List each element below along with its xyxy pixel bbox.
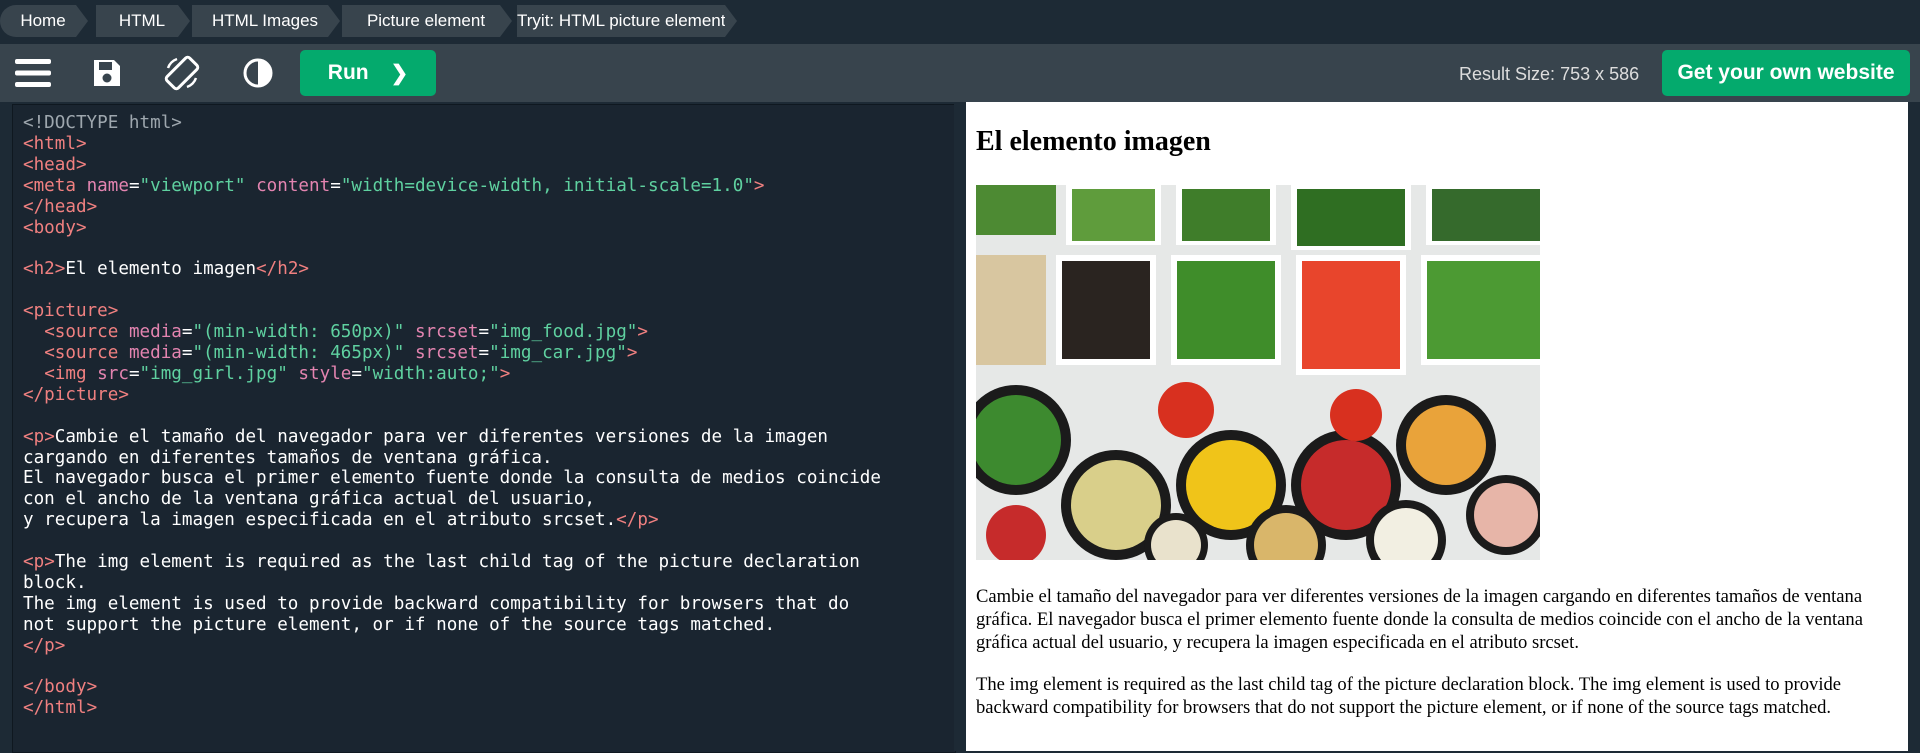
breadcrumb-home[interactable]: Home — [0, 5, 88, 37]
code-editor[interactable]: <!DOCTYPE html> <html> <head> <meta name… — [12, 104, 956, 753]
contrast-theme-icon[interactable] — [235, 50, 281, 96]
panel-divider[interactable] — [954, 104, 966, 751]
result-heading: El elemento imagen — [976, 126, 1211, 157]
result-size-value: 753 x 586 — [1560, 64, 1640, 84]
code-content[interactable]: <!DOCTYPE html> <html> <head> <meta name… — [23, 113, 881, 719]
toolbar: Run ❯ Result Size: 753 x 586 Get your ow… — [0, 44, 1920, 102]
breadcrumb: Home HTML HTML Images Picture element Tr… — [0, 0, 1920, 42]
run-button[interactable]: Run ❯ — [300, 50, 436, 96]
result-pane: El elemento imagen Cambie el tamaño del … — [966, 102, 1908, 751]
result-size: Result Size: 753 x 586 — [1459, 64, 1639, 85]
breadcrumb-html-images[interactable]: HTML Images — [192, 5, 340, 37]
chevron-right-icon: ❯ — [390, 61, 409, 85]
breadcrumb-current: Tryit: HTML picture element — [517, 5, 738, 37]
breadcrumb-html[interactable]: HTML — [96, 5, 190, 37]
breadcrumb-picture-element[interactable]: Picture element — [342, 5, 512, 37]
result-paragraph-2: The img element is required as the last … — [976, 674, 1842, 718]
hamburger-menu-icon[interactable] — [10, 50, 56, 96]
save-floppy-icon[interactable] — [84, 50, 130, 96]
rotate-orientation-icon[interactable] — [159, 50, 205, 96]
food-bowls-photo — [976, 185, 1540, 560]
get-own-website-button[interactable]: Get your own website — [1662, 50, 1910, 96]
result-size-label: Result Size: — [1459, 64, 1556, 84]
result-paragraph-1: Cambie el tamaño del navegador para ver … — [976, 586, 1863, 653]
run-label: Run — [327, 61, 369, 84]
